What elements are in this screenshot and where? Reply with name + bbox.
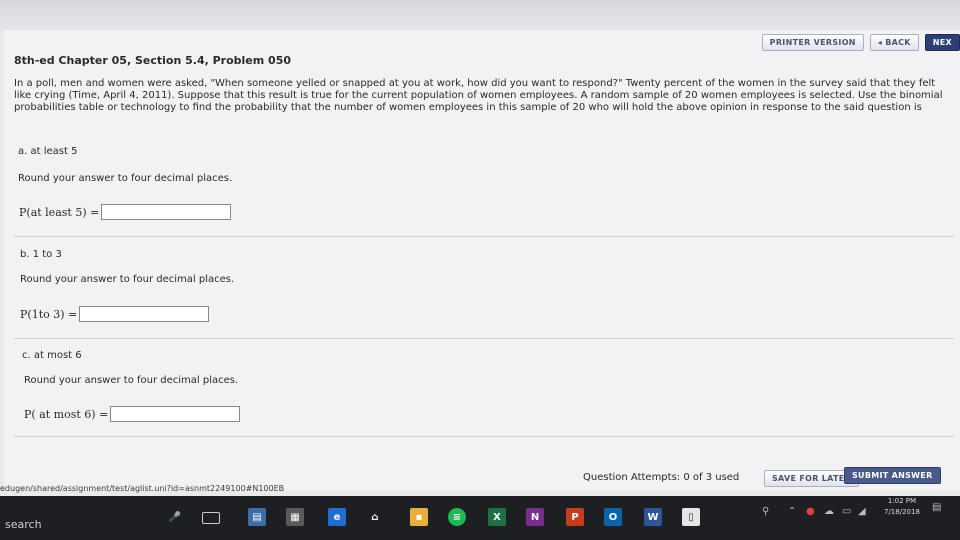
back-button[interactable]: ◂ BACK [869, 34, 919, 51]
app-icon[interactable]: ▪ [410, 508, 428, 526]
part-a-answer-row: P(at least 5) = [19, 204, 232, 220]
part-a-prob-label: P(at least 5) = [19, 205, 100, 219]
battery-icon[interactable]: ▭ [842, 506, 851, 517]
task-view-icon[interactable] [202, 512, 220, 524]
people-icon[interactable]: ⚲ [762, 506, 769, 517]
part-c-instruction: Round your answer to four decimal places… [24, 375, 239, 386]
toolbar: PRINTER VERSION ◂ BACK NEX [761, 34, 960, 51]
clock[interactable]: 1:02 PM 7/18/2018 [884, 496, 920, 518]
part-c-label: c. at most 6 [22, 350, 82, 361]
tray-app-icon[interactable]: ● [806, 506, 815, 517]
part-a-answer-input[interactable] [101, 204, 232, 220]
part-b-label: b. 1 to 3 [20, 249, 62, 260]
divider [14, 436, 954, 437]
store-icon[interactable]: ▦ [286, 508, 304, 526]
home-icon[interactable]: ⌂ [366, 508, 384, 526]
taskbar-search[interactable]: search [5, 518, 42, 531]
divider [14, 338, 954, 339]
browser-top-band [0, 0, 960, 30]
next-button[interactable]: NEX [924, 34, 960, 51]
question-text: In a poll, men and women were asked, "Wh… [14, 78, 943, 113]
printer-version-button[interactable]: PRINTER VERSION [761, 34, 864, 51]
wifi-icon[interactable]: ◢ [858, 506, 866, 517]
excel-icon[interactable]: X [488, 508, 506, 526]
powerpoint-icon[interactable]: P [566, 508, 584, 526]
part-c-prob-label: P( at most 6) = [24, 407, 109, 421]
notepad-icon[interactable]: ▯ [682, 508, 700, 526]
onedrive-icon[interactable]: ☁ [824, 506, 834, 517]
part-a-label: a. at least 5 [18, 146, 78, 157]
part-b-prob-label: P(1to 3) = [20, 307, 78, 321]
microphone-icon[interactable]: 🎤 [166, 508, 184, 526]
submit-answer-button[interactable]: SUBMIT ANSWER [844, 467, 941, 484]
part-a-instruction: Round your answer to four decimal places… [18, 173, 233, 184]
word-icon[interactable]: W [644, 508, 662, 526]
divider [14, 236, 954, 237]
question-attempts: Question Attempts: 0 of 3 used [583, 472, 740, 483]
part-c-answer-row: P( at most 6) = [24, 406, 241, 422]
onenote-icon[interactable]: N [526, 508, 544, 526]
problem-title: 8th-ed Chapter 05, Section 5.4, Problem … [14, 54, 292, 67]
status-url: edugen/shared/assignment/test/aglist.uni… [0, 484, 285, 493]
taskbar [0, 496, 960, 540]
spotify-icon[interactable]: ≡ [448, 508, 466, 526]
part-b-answer-row: P(1to 3) = [20, 306, 210, 322]
file-explorer-icon[interactable]: ▤ [248, 508, 266, 526]
chevron-up-icon[interactable]: ⌃ [788, 506, 796, 517]
clock-date: 7/18/2018 [884, 508, 920, 516]
part-b-instruction: Round your answer to four decimal places… [20, 274, 235, 285]
clock-time: 1:02 PM [887, 497, 917, 505]
outlook-icon[interactable]: O [604, 508, 622, 526]
part-b-answer-input[interactable] [79, 306, 210, 322]
notifications-icon[interactable]: ▤ [932, 502, 941, 513]
part-c-answer-input[interactable] [110, 406, 241, 422]
edge-browser-icon[interactable]: e [328, 508, 346, 526]
